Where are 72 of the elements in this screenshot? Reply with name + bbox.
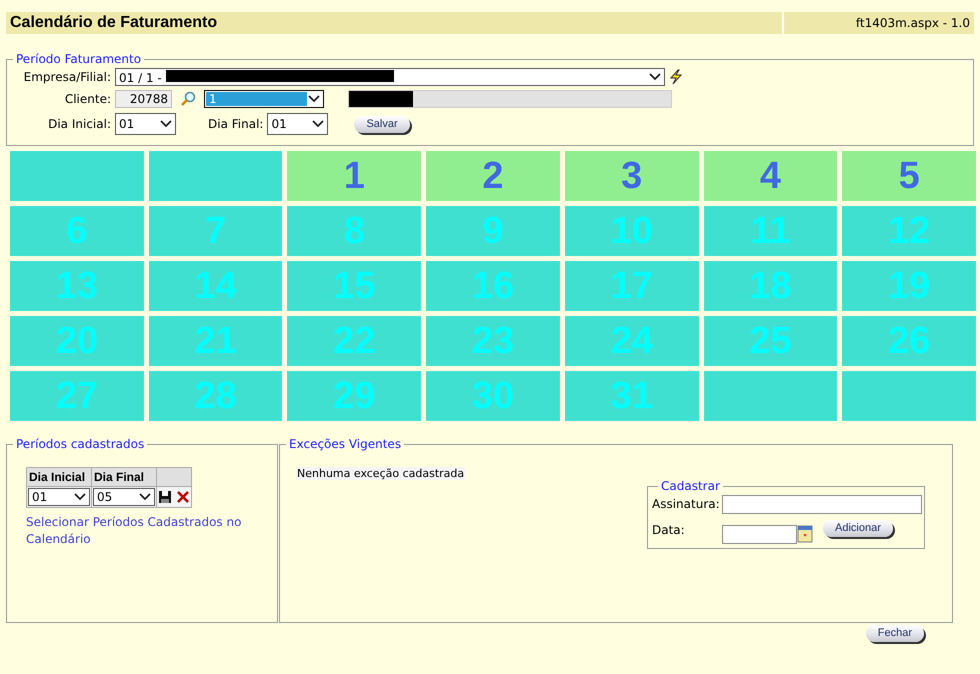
field-label: Dia Final:	[208, 117, 264, 131]
calendar-day[interactable]: 1	[287, 151, 422, 201]
date-field[interactable]	[722, 524, 797, 544]
save-icon[interactable]	[158, 490, 172, 504]
section-title: Período Faturamento	[15, 52, 142, 66]
client-code-field[interactable]: 20788	[115, 90, 172, 108]
page-title: Calendário de Faturamento	[6, 12, 784, 34]
signature-field[interactable]	[722, 494, 922, 514]
field-label: Assinatura:	[652, 497, 721, 511]
save-button[interactable]: Salvar	[354, 116, 410, 132]
calendar-day[interactable]: 22	[287, 316, 422, 366]
calendar-day[interactable]: 18	[704, 261, 838, 311]
column-header: Dia Final	[92, 468, 156, 486]
calendar-day[interactable]: 8	[287, 206, 422, 256]
dropdown[interactable]: 1	[204, 90, 324, 108]
calendar-day[interactable]: 4	[704, 151, 838, 201]
calendar-day[interactable]: 17	[564, 261, 699, 311]
column-header: Dia Inicial	[26, 468, 92, 486]
calendar-day[interactable]: 9	[426, 206, 560, 256]
calendar-day[interactable]: 27	[10, 371, 144, 421]
calendar-day[interactable]: 20	[10, 316, 144, 366]
calendar-day[interactable]: 6	[10, 206, 144, 256]
dropdown[interactable]: 01 / 1 -	[115, 68, 665, 86]
dropdown[interactable]: 01	[28, 488, 90, 506]
calendar-day[interactable]: 23	[426, 316, 560, 366]
delete-icon[interactable]	[176, 490, 190, 504]
calendar-day[interactable]: 30	[426, 371, 560, 421]
empty-message: Nenhuma exceção cadastrada	[296, 467, 466, 480]
dropdown[interactable]: 01	[267, 113, 328, 135]
search-icon[interactable]	[180, 91, 196, 107]
calendar-day[interactable]: 19	[842, 261, 976, 311]
calendar-day[interactable]: 12	[842, 206, 976, 256]
calendar-day[interactable]: 15	[287, 261, 422, 311]
dropdown-value: 01 / 1 -	[119, 70, 163, 84]
select-periods-link[interactable]: Selecionar Períodos Cadastrados no Calendário	[26, 514, 256, 548]
add-button[interactable]: Adicionar	[823, 520, 893, 536]
calendar-day[interactable]: 10	[564, 206, 699, 256]
field-label: Dia Inicial:	[47, 117, 111, 131]
caret-icon	[74, 493, 86, 501]
calendar-day[interactable]: 14	[148, 261, 282, 311]
field-label: Data:	[652, 523, 686, 537]
calendar-day[interactable]: 21	[148, 316, 282, 366]
lightning-icon[interactable]	[669, 69, 683, 85]
caret-icon	[139, 493, 151, 501]
calendar-day[interactable]: 26	[842, 316, 976, 366]
calendar-day[interactable]: 16	[426, 261, 560, 311]
calendar-icon[interactable]	[797, 525, 813, 543]
caret-icon	[160, 120, 172, 128]
section-title: Cadastrar	[660, 479, 721, 493]
calendar-day[interactable]: 25	[704, 316, 838, 366]
dropdown[interactable]: 01	[115, 113, 176, 135]
calendar-day[interactable]: 7	[148, 206, 282, 256]
field-label: Cliente:	[64, 92, 111, 106]
close-button[interactable]: Fechar	[866, 625, 924, 642]
dropdown[interactable]: 05	[93, 488, 155, 506]
calendar-day[interactable]: 28	[148, 371, 282, 421]
calendar-day[interactable]: 31	[564, 371, 699, 421]
calendar-day[interactable]: 3	[564, 151, 699, 201]
calendar-day[interactable]: 13	[10, 261, 144, 311]
caret-icon	[649, 73, 661, 81]
caret-icon	[308, 95, 320, 103]
redacted-bar	[349, 91, 413, 107]
calendar-day[interactable]: 2	[426, 151, 560, 201]
version-label: ft1403m.aspx - 1.0	[854, 16, 971, 30]
calendar-day[interactable]: 29	[287, 371, 422, 421]
calendar-day[interactable]: 24	[564, 316, 699, 366]
field-label: Empresa/Filial:	[22, 70, 111, 84]
caret-icon	[312, 120, 324, 128]
section-title: Períodos cadastrados	[15, 437, 146, 451]
calendar-day[interactable]: 11	[704, 206, 838, 256]
calendar-day[interactable]: 5	[842, 151, 976, 201]
section-title: Exceções Vigentes	[288, 437, 402, 451]
